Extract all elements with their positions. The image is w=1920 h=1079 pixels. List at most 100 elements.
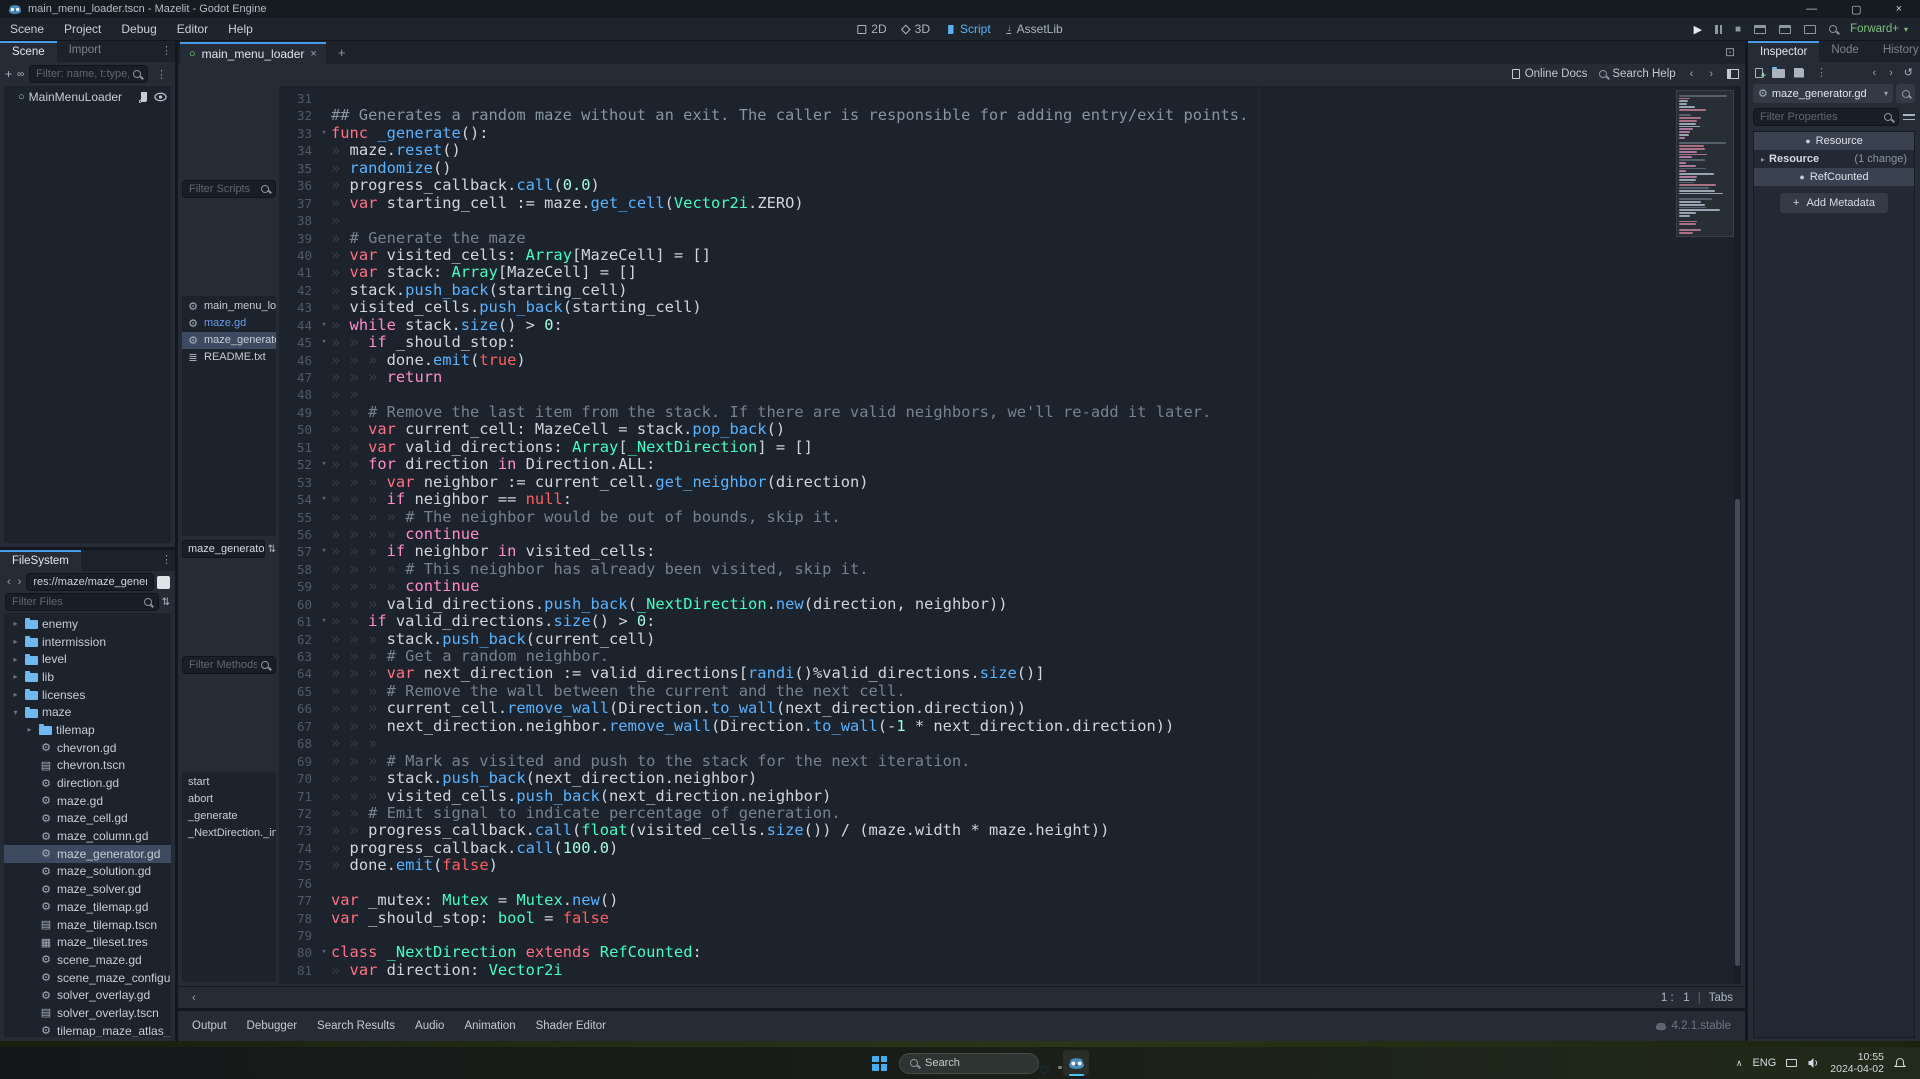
file-tree-item-solver_overlay.tscn[interactable]: ▤solver_overlay.tscn	[4, 1004, 171, 1022]
history-forward-icon[interactable]: ›	[16, 576, 24, 588]
resource-menu-icon[interactable]: ⋮	[1813, 66, 1830, 79]
sort-files-icon[interactable]: ⇅	[162, 597, 170, 608]
device-icon[interactable]	[1786, 1059, 1797, 1067]
play-button[interactable]: ▶	[1694, 23, 1702, 36]
speaker-icon[interactable]	[1807, 1057, 1820, 1069]
start-button[interactable]	[872, 1056, 887, 1071]
bottom-tab-animation[interactable]: Animation	[464, 1020, 515, 1032]
notification-bell-icon[interactable]	[1894, 1057, 1906, 1070]
instance-scene-button[interactable]: ∞	[17, 69, 24, 80]
movie-maker-button[interactable]	[1804, 25, 1816, 34]
code-line-58[interactable]: 58» » » » # This neighbor has already be…	[279, 561, 1741, 578]
code-line-48[interactable]: 48» »	[279, 386, 1741, 403]
method-item-abort[interactable]: abort	[182, 791, 276, 808]
remote-debug-icon[interactable]	[1829, 25, 1837, 33]
code-line-66[interactable]: 66» » » current_cell.remove_wall(Directi…	[279, 700, 1741, 717]
filter-files-input[interactable]	[5, 593, 159, 611]
fold-arrow-icon[interactable]: ▾	[317, 543, 331, 560]
open-docs-button[interactable]	[1896, 84, 1915, 103]
code-line-60[interactable]: 60» » » valid_directions.push_back(_Next…	[279, 596, 1741, 613]
file-tree-item-solver_overlay.gd[interactable]: ⚙solver_overlay.gd	[4, 986, 171, 1004]
renderer-select[interactable]: Forward+ ▾	[1850, 23, 1908, 35]
minimize-button[interactable]: —	[1806, 3, 1817, 16]
code-line-41[interactable]: 41» var stack: Array[MazeCell] = []	[279, 264, 1741, 281]
code-line-65[interactable]: 65» » » # Remove the wall between the cu…	[279, 683, 1741, 700]
hidden-icons-chevron[interactable]: ∧	[1736, 1058, 1743, 1069]
code-line-77[interactable]: 77var _mutex: Mutex = Mutex.new()	[279, 892, 1741, 909]
toggle-scripts-panel-icon[interactable]	[1727, 69, 1739, 79]
stop-button[interactable]: ■	[1735, 24, 1741, 35]
save-resource-icon[interactable]	[1794, 68, 1804, 78]
context-3d[interactable]: 3D	[903, 22, 930, 36]
script-item[interactable]: ≣README.txt	[182, 349, 276, 366]
filter-properties-input[interactable]	[1753, 108, 1899, 126]
bottom-tab-shader-editor[interactable]: Shader Editor	[536, 1020, 606, 1032]
code-line-31[interactable]: 31	[279, 90, 1741, 107]
scene-tools-icon[interactable]: ⋮	[153, 68, 170, 81]
code-line-79[interactable]: 79	[279, 927, 1741, 944]
file-tree-item-enemy[interactable]: ▸enemy	[4, 615, 171, 633]
menu-debug[interactable]: Debug	[111, 18, 166, 41]
language-indicator[interactable]: ENG	[1752, 1057, 1776, 1069]
code-line-43[interactable]: 43» visited_cells.push_back(starting_cel…	[279, 299, 1741, 316]
dock-menu-icon[interactable]: ⋮	[158, 550, 175, 571]
file-tree-item-maze_solver.gd[interactable]: ⚙maze_solver.gd	[4, 880, 171, 898]
code-line-38[interactable]: 38»	[279, 212, 1741, 229]
history-icon[interactable]: ↺	[1904, 66, 1913, 79]
code-line-54[interactable]: 54▾» » » if neighbor == null:	[279, 491, 1741, 508]
code-line-80[interactable]: 80▾class _NextDirection extends RefCount…	[279, 944, 1741, 961]
code-line-78[interactable]: 78var _should_stop: bool = false	[279, 910, 1741, 927]
code-line-34[interactable]: 34» maze.reset()	[279, 142, 1741, 159]
code-line-51[interactable]: 51» » var valid_directions: Array[_NextD…	[279, 439, 1741, 456]
new-resource-icon[interactable]	[1755, 68, 1763, 78]
tab-filesystem[interactable]: FileSystem	[0, 550, 81, 571]
code-line-32[interactable]: 32## Generates a random maze without an …	[279, 107, 1741, 124]
pause-button[interactable]	[1715, 25, 1722, 34]
script-item[interactable]: ⚙maze.gd	[182, 315, 276, 332]
maximize-button[interactable]: ▢	[1851, 3, 1861, 16]
bottom-tab-search-results[interactable]: Search Results	[317, 1020, 395, 1032]
fold-arrow-icon[interactable]: ▾	[317, 456, 331, 473]
collapse-panel-icon[interactable]: ‹	[190, 992, 198, 1004]
add-metadata-button[interactable]: + Add Metadata	[1780, 193, 1888, 213]
code-line-81[interactable]: 81» var direction: Vector2i	[279, 962, 1741, 979]
code-line-69[interactable]: 69» » » # Mark as visited and push to th…	[279, 753, 1741, 770]
current-path-input[interactable]	[26, 573, 154, 591]
code-line-50[interactable]: 50» » var current_cell: MazeCell = stack…	[279, 421, 1741, 438]
file-tree-item-maze_cell.gd[interactable]: ⚙maze_cell.gd	[4, 810, 171, 828]
tab-scene[interactable]: Scene	[0, 41, 57, 62]
method-item-start[interactable]: start	[182, 774, 276, 791]
script-history-forward-icon[interactable]: ›	[1707, 68, 1715, 80]
distraction-free-icon[interactable]: ⊡	[1715, 41, 1745, 64]
history-back-icon[interactable]: ‹	[5, 576, 13, 588]
script-item[interactable]: ⚙maze_generator...	[182, 332, 276, 349]
new-tab-button[interactable]: +	[326, 41, 358, 64]
code-line-64[interactable]: 64» » » var next_direction := valid_dire…	[279, 665, 1741, 682]
tab-inspector[interactable]: Inspector	[1748, 41, 1819, 62]
code-line-46[interactable]: 46» » » done.emit(true)	[279, 352, 1741, 369]
close-button[interactable]: ×	[1896, 3, 1902, 16]
edit-back-icon[interactable]: ‹	[1870, 67, 1878, 79]
file-tree-item-lib[interactable]: ▸lib	[4, 668, 171, 686]
file-tree-item-intermission[interactable]: ▸intermission	[4, 633, 171, 651]
code-line-56[interactable]: 56» » » » continue	[279, 526, 1741, 543]
context-2d[interactable]: 2D	[857, 22, 886, 36]
code-line-71[interactable]: 71» » » visited_cells.push_back(next_dir…	[279, 788, 1741, 805]
attached-script-icon[interactable]	[139, 91, 149, 103]
file-tree-item-maze_generator.gd[interactable]: ⚙maze_generator.gd	[4, 845, 171, 863]
visibility-eye-icon[interactable]	[154, 92, 167, 102]
code-line-40[interactable]: 40» var visited_cells: Array[MazeCell] =…	[279, 247, 1741, 264]
code-line-36[interactable]: 36» progress_callback.call(0.0)	[279, 177, 1741, 194]
menu-editor[interactable]: Editor	[167, 18, 218, 41]
code-line-67[interactable]: 67» » » next_direction.neighbor.remove_w…	[279, 718, 1741, 735]
taskbar-search[interactable]: Search	[899, 1053, 1039, 1074]
toggle-split-mode-button[interactable]	[157, 576, 170, 589]
code-line-45[interactable]: 45▾» » if _should_stop:	[279, 334, 1741, 351]
online-docs-button[interactable]: Online Docs	[1512, 68, 1588, 80]
edit-forward-icon[interactable]: ›	[1887, 67, 1895, 79]
vertical-scrollbar[interactable]	[1734, 86, 1741, 984]
code-line-47[interactable]: 47» » » return	[279, 369, 1741, 386]
code-line-68[interactable]: 68» » »	[279, 735, 1741, 752]
code-minimap[interactable]	[1679, 92, 1731, 235]
menu-project[interactable]: Project	[54, 18, 111, 41]
